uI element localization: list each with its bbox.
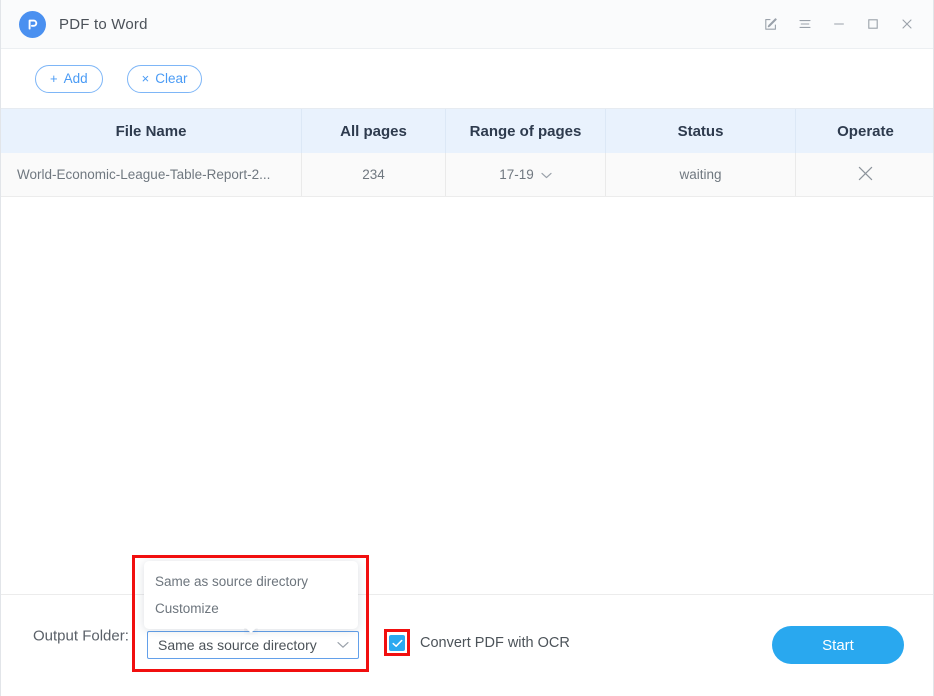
app-title: PDF to Word — [59, 15, 148, 33]
ocr-checkbox[interactable] — [389, 635, 405, 651]
dropdown-option-same-as-source[interactable]: Same as source directory — [144, 569, 358, 593]
table-row[interactable]: World-Economic-League-Table-Report-2... … — [1, 153, 933, 197]
plus-icon: + — [50, 71, 58, 86]
output-folder-label: Output Folder: — [33, 627, 129, 645]
file-table: File Name All pages Range of pages Statu… — [1, 108, 933, 197]
start-button-label: Start — [822, 636, 854, 654]
cell-status: waiting — [605, 153, 795, 196]
add-button[interactable]: + Add — [35, 64, 103, 93]
output-folder-selected-value: Same as source directory — [158, 637, 317, 653]
add-button-label: Add — [63, 71, 88, 86]
cell-file-name: World-Economic-League-Table-Report-2... — [17, 167, 271, 182]
dropdown-option-customize[interactable]: Customize — [144, 596, 358, 620]
pdfelement-logo-icon — [19, 10, 46, 38]
column-header-operate: Operate — [795, 109, 933, 153]
output-folder-dropdown-menu[interactable]: Same as source directory Customize — [144, 561, 358, 629]
toolbar: + Add × Clear — [1, 49, 933, 108]
convert-with-ocr-row[interactable]: Convert PDF with OCR — [389, 635, 570, 651]
close-x-icon: × — [141, 71, 150, 86]
column-header-file-name: File Name — [115, 122, 187, 140]
start-button[interactable]: Start — [772, 626, 904, 664]
table-header-row: File Name All pages Range of pages Statu… — [1, 109, 933, 153]
window-controls — [757, 0, 921, 48]
cell-all-pages: 234 — [301, 153, 445, 196]
remove-x-icon[interactable] — [856, 164, 875, 186]
menu-icon[interactable] — [791, 10, 819, 38]
dropdown-pointer-icon — [244, 628, 258, 635]
minimize-icon[interactable] — [825, 10, 853, 38]
range-of-pages-value: 17-19 — [499, 167, 534, 182]
column-header-all-pages: All pages — [301, 109, 445, 153]
chevron-down-icon — [541, 167, 552, 182]
column-header-range-of-pages: Range of pages — [445, 109, 605, 153]
chevron-down-icon — [337, 636, 349, 654]
column-header-status: Status — [605, 109, 795, 153]
title-bar: PDF to Word — [1, 0, 933, 49]
output-folder-select[interactable]: Same as source directory — [147, 631, 359, 659]
cell-range-of-pages[interactable]: 17-19 — [445, 153, 605, 196]
clear-button-label: Clear — [155, 71, 188, 86]
close-icon[interactable] — [893, 10, 921, 38]
clear-button[interactable]: × Clear — [126, 64, 203, 93]
maximize-icon[interactable] — [859, 10, 887, 38]
feedback-icon[interactable] — [757, 10, 785, 38]
app-window: PDF to Word + Add × Clear File Name All … — [0, 0, 934, 696]
cell-operate — [795, 153, 933, 196]
ocr-checkbox-label: Convert PDF with OCR — [420, 635, 570, 651]
file-list-empty-area — [1, 197, 933, 594]
